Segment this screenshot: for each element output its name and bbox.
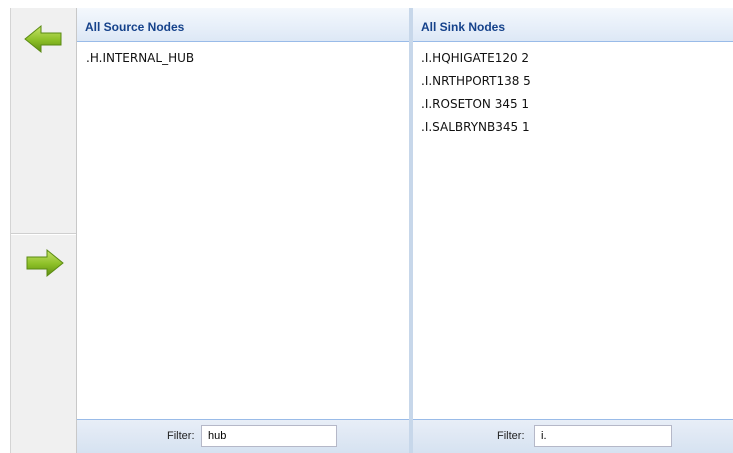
source-node-list[interactable]: .H.INTERNAL_HUB [77, 42, 409, 419]
move-right-cell [11, 234, 76, 453]
list-item[interactable]: .I.NRTHPORT138 5 [413, 70, 733, 93]
sink-node-list[interactable]: .I.HQHIGATE120 2 .I.NRTHPORT138 5 .I.ROSET… [413, 42, 733, 419]
source-nodes-panel: All Source Nodes .H.INTERNAL_HUB Filter: [77, 8, 412, 453]
sink-filter-input[interactable] [534, 425, 672, 447]
source-panel-title: All Source Nodes [85, 20, 185, 34]
source-filter-bar: Filter: [77, 419, 409, 453]
sink-panel-title: All Sink Nodes [421, 20, 506, 34]
node-selector: All Source Nodes .H.INTERNAL_HUB Filter:… [0, 0, 733, 453]
list-item[interactable]: .I.HQHIGATE120 2 [413, 47, 733, 70]
arrow-left-icon [24, 24, 62, 54]
list-item[interactable]: .H.INTERNAL_HUB [77, 47, 409, 70]
move-left-cell [11, 8, 76, 234]
sink-nodes-panel: All Sink Nodes .I.HQHIGATE120 2 .I.NRTHPO… [412, 8, 733, 453]
transfer-button-column [10, 8, 77, 453]
move-to-source-button[interactable] [23, 24, 65, 54]
list-item[interactable]: .I.SALBRYNB345 1 [413, 116, 733, 139]
source-panel-header: All Source Nodes [77, 8, 409, 42]
sink-panel-header: All Sink Nodes [413, 8, 733, 42]
sink-filter-bar: Filter: [413, 419, 733, 453]
move-to-sink-button[interactable] [23, 248, 65, 278]
list-item[interactable]: .I.ROSETON 345 1 [413, 93, 733, 116]
sink-filter-label: Filter: [497, 430, 525, 442]
arrow-right-icon [26, 248, 64, 278]
source-filter-input[interactable] [201, 425, 337, 447]
source-filter-label: Filter: [167, 430, 195, 442]
